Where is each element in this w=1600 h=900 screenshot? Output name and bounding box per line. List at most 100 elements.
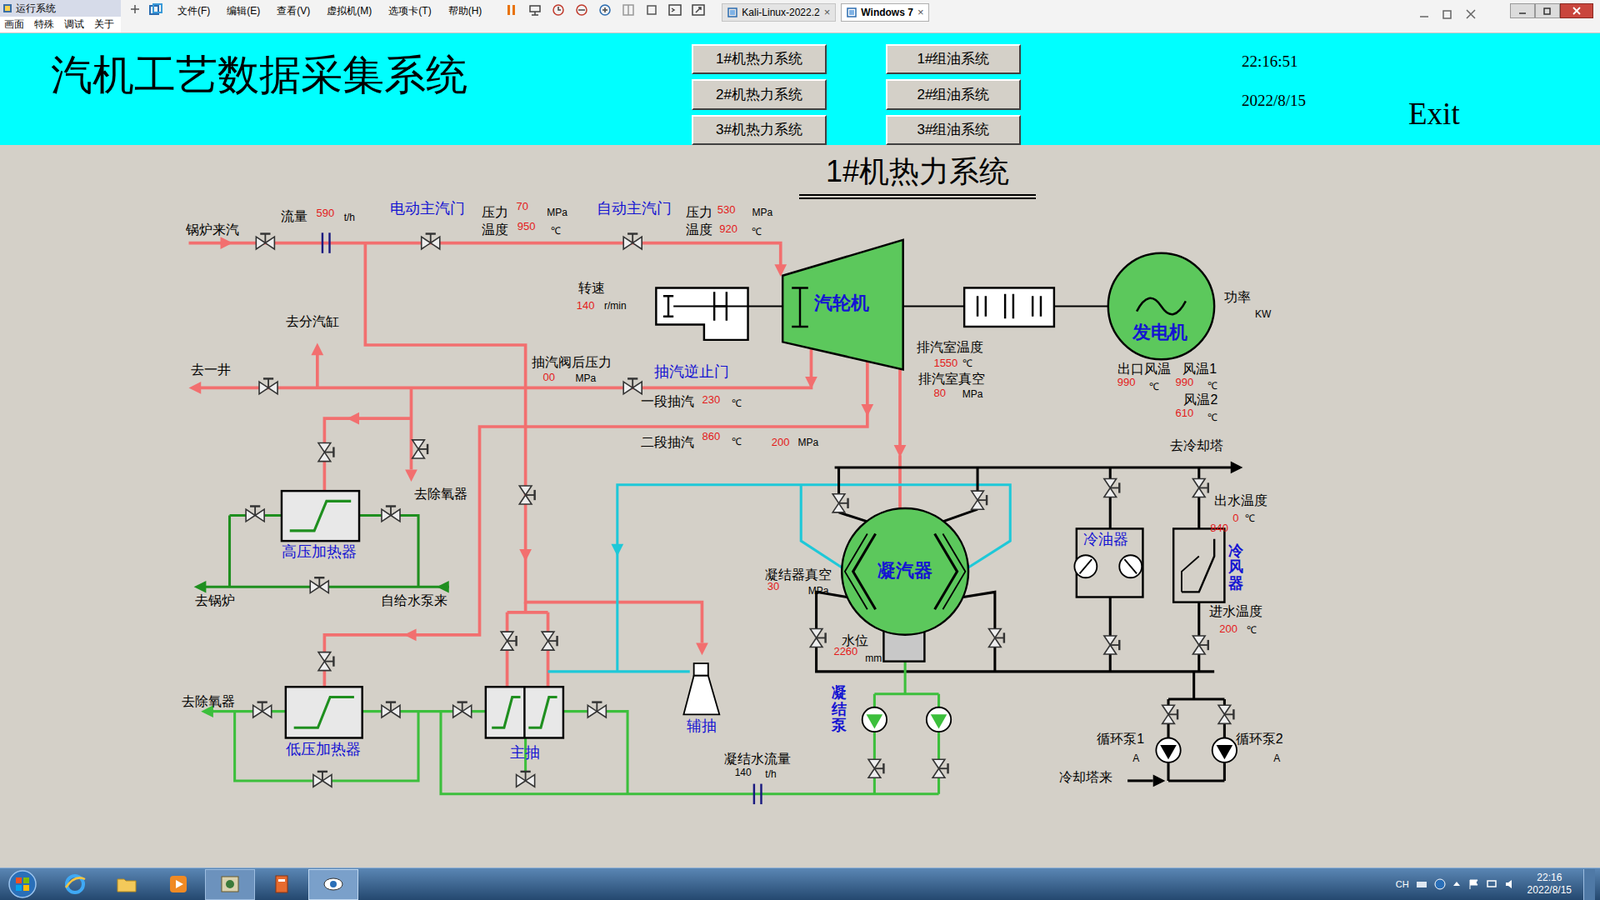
main-ejector-icon xyxy=(485,686,564,738)
taskbar-app[interactable] xyxy=(153,869,204,900)
close-icon[interactable] xyxy=(1465,8,1477,20)
tray-expand-icon[interactable] xyxy=(1452,878,1461,890)
diagram-label: 循环泵1 xyxy=(1096,732,1145,746)
pin-icon[interactable] xyxy=(129,3,141,15)
revert-icon[interactable] xyxy=(575,3,589,17)
taskbar-app[interactable] xyxy=(205,869,255,900)
network-icon[interactable] xyxy=(528,3,542,17)
show-desktop-button[interactable] xyxy=(1583,869,1595,900)
guest-window-controls xyxy=(1418,8,1477,20)
reading-unit: t/h xyxy=(765,769,776,780)
fullscreen-icon[interactable] xyxy=(645,3,659,17)
media-player-icon xyxy=(166,872,190,896)
app-runtime-icon xyxy=(218,872,242,896)
diagram-label: 水位 xyxy=(841,634,869,648)
nav-button[interactable]: 2#组油系统 xyxy=(885,79,1021,110)
arrow-icon xyxy=(436,580,450,594)
nav-button[interactable]: 2#机热力系统 xyxy=(691,79,827,110)
diagram-label: 转速 xyxy=(578,281,605,295)
taskbar-app[interactable] xyxy=(101,869,152,900)
vm-tab-close[interactable]: × xyxy=(824,4,831,21)
network-tray-icon[interactable] xyxy=(1485,878,1498,890)
tray-clock[interactable]: 22:162022/8/15 xyxy=(1522,871,1577,897)
keyboard-icon[interactable] xyxy=(1415,878,1428,890)
restore-icon xyxy=(1543,6,1552,15)
aux-ejector-icon xyxy=(683,663,720,715)
valve-icon xyxy=(412,440,428,459)
turbine-icon xyxy=(782,240,903,370)
valve-icon xyxy=(989,628,1005,647)
minimize-icon xyxy=(1518,6,1527,15)
help-icon[interactable] xyxy=(1434,878,1446,890)
diagram-label: 凝结水流量 xyxy=(724,752,791,766)
oil-cooler-icon xyxy=(1074,528,1143,597)
generator-icon xyxy=(1108,253,1215,360)
restore-icon[interactable] xyxy=(1441,8,1454,20)
condenser-icon xyxy=(841,508,969,662)
stretch-icon[interactable] xyxy=(691,3,705,17)
vm-menu-item[interactable]: 选项卡(T) xyxy=(388,3,431,19)
valve-icon xyxy=(932,759,948,778)
reading-unit: ℃ xyxy=(1207,412,1218,423)
start-button[interactable] xyxy=(0,868,45,900)
heat-exchanger-icon xyxy=(281,490,360,541)
folder-icon xyxy=(115,872,139,896)
arrow-icon xyxy=(405,469,418,482)
vm-menu-item[interactable]: 文件(F) xyxy=(177,3,210,19)
vm-tabs: Kali-Linux-2022.2×Windows 7× xyxy=(721,3,930,22)
vm-tab[interactable]: Kali-Linux-2022.2× xyxy=(721,3,836,22)
pause-icon[interactable] xyxy=(505,3,519,17)
app-menu-item[interactable]: 调试 xyxy=(64,16,85,32)
app-menu-item[interactable]: 特殊 xyxy=(34,16,55,32)
diagram-label: 抽汽逆止门 xyxy=(654,364,730,380)
vm-tab-icon xyxy=(727,7,738,18)
reading-unit: A xyxy=(1273,753,1280,764)
diagram-label: 功率 xyxy=(1224,290,1251,305)
reading-unit: r/min xyxy=(604,300,627,311)
arrow-icon xyxy=(1153,775,1166,788)
reading-unit: 140 xyxy=(735,767,752,778)
nav-button[interactable]: 1#组油系统 xyxy=(885,44,1021,75)
vm-menu-item[interactable]: 帮助(H) xyxy=(448,3,483,19)
vm-menu-item[interactable]: 虚拟机(M) xyxy=(326,3,372,19)
taskbar-app[interactable] xyxy=(256,869,307,900)
reading-unit: mm xyxy=(865,653,882,664)
system-title: 汽机工艺数据采集系统 xyxy=(50,50,692,100)
taskbar-app[interactable] xyxy=(50,869,100,900)
flag-icon[interactable] xyxy=(1467,878,1480,890)
app-menu-item[interactable]: 关于 xyxy=(94,16,115,32)
nav-button[interactable]: 3#组油系统 xyxy=(885,115,1021,145)
vm-menu-item[interactable]: 查看(V) xyxy=(276,3,310,19)
monitor-eye-icon xyxy=(321,872,345,896)
arrow-icon xyxy=(189,381,202,395)
vm-close-button[interactable] xyxy=(1560,3,1594,19)
vm-tab-close[interactable]: × xyxy=(917,4,925,21)
input-language[interactable]: CH xyxy=(1395,877,1410,892)
manager-icon[interactable] xyxy=(598,3,612,17)
app-menu-item[interactable]: 画面 xyxy=(4,16,25,32)
diagram-label: 排汽室温度 xyxy=(916,340,984,355)
volume-icon[interactable] xyxy=(1504,878,1516,890)
valve-icon xyxy=(1162,705,1178,724)
vm-menu-item[interactable]: 编辑(E) xyxy=(226,3,260,19)
pump-icon xyxy=(1155,737,1180,762)
taskbar-app[interactable] xyxy=(308,869,359,900)
nav-button[interactable]: 3#机热力系统 xyxy=(691,115,827,145)
exit-button[interactable]: Exit xyxy=(1408,96,1460,131)
reading-value: 140 xyxy=(576,300,595,311)
valve-icon xyxy=(381,506,400,522)
nav-button[interactable]: 1#机热力系统 xyxy=(691,44,827,75)
reading-unit: MPa xyxy=(751,207,773,218)
diagram-label: 循环泵2 xyxy=(1235,732,1284,746)
vm-tab[interactable]: Windows 7× xyxy=(840,3,930,22)
reading-value: 30 xyxy=(767,580,780,592)
console-icon[interactable] xyxy=(668,3,682,17)
diagram-label: 流量 xyxy=(280,210,308,224)
heat-exchanger-icon xyxy=(285,686,363,738)
vm-minimize-button[interactable] xyxy=(1510,3,1535,19)
vm-maximize-button[interactable] xyxy=(1535,3,1560,19)
view-icon[interactable] xyxy=(621,3,635,17)
minimize-icon[interactable] xyxy=(1418,8,1430,20)
tray-date: 2022/8/15 xyxy=(1527,884,1572,897)
snapshot-icon[interactable] xyxy=(551,3,565,17)
